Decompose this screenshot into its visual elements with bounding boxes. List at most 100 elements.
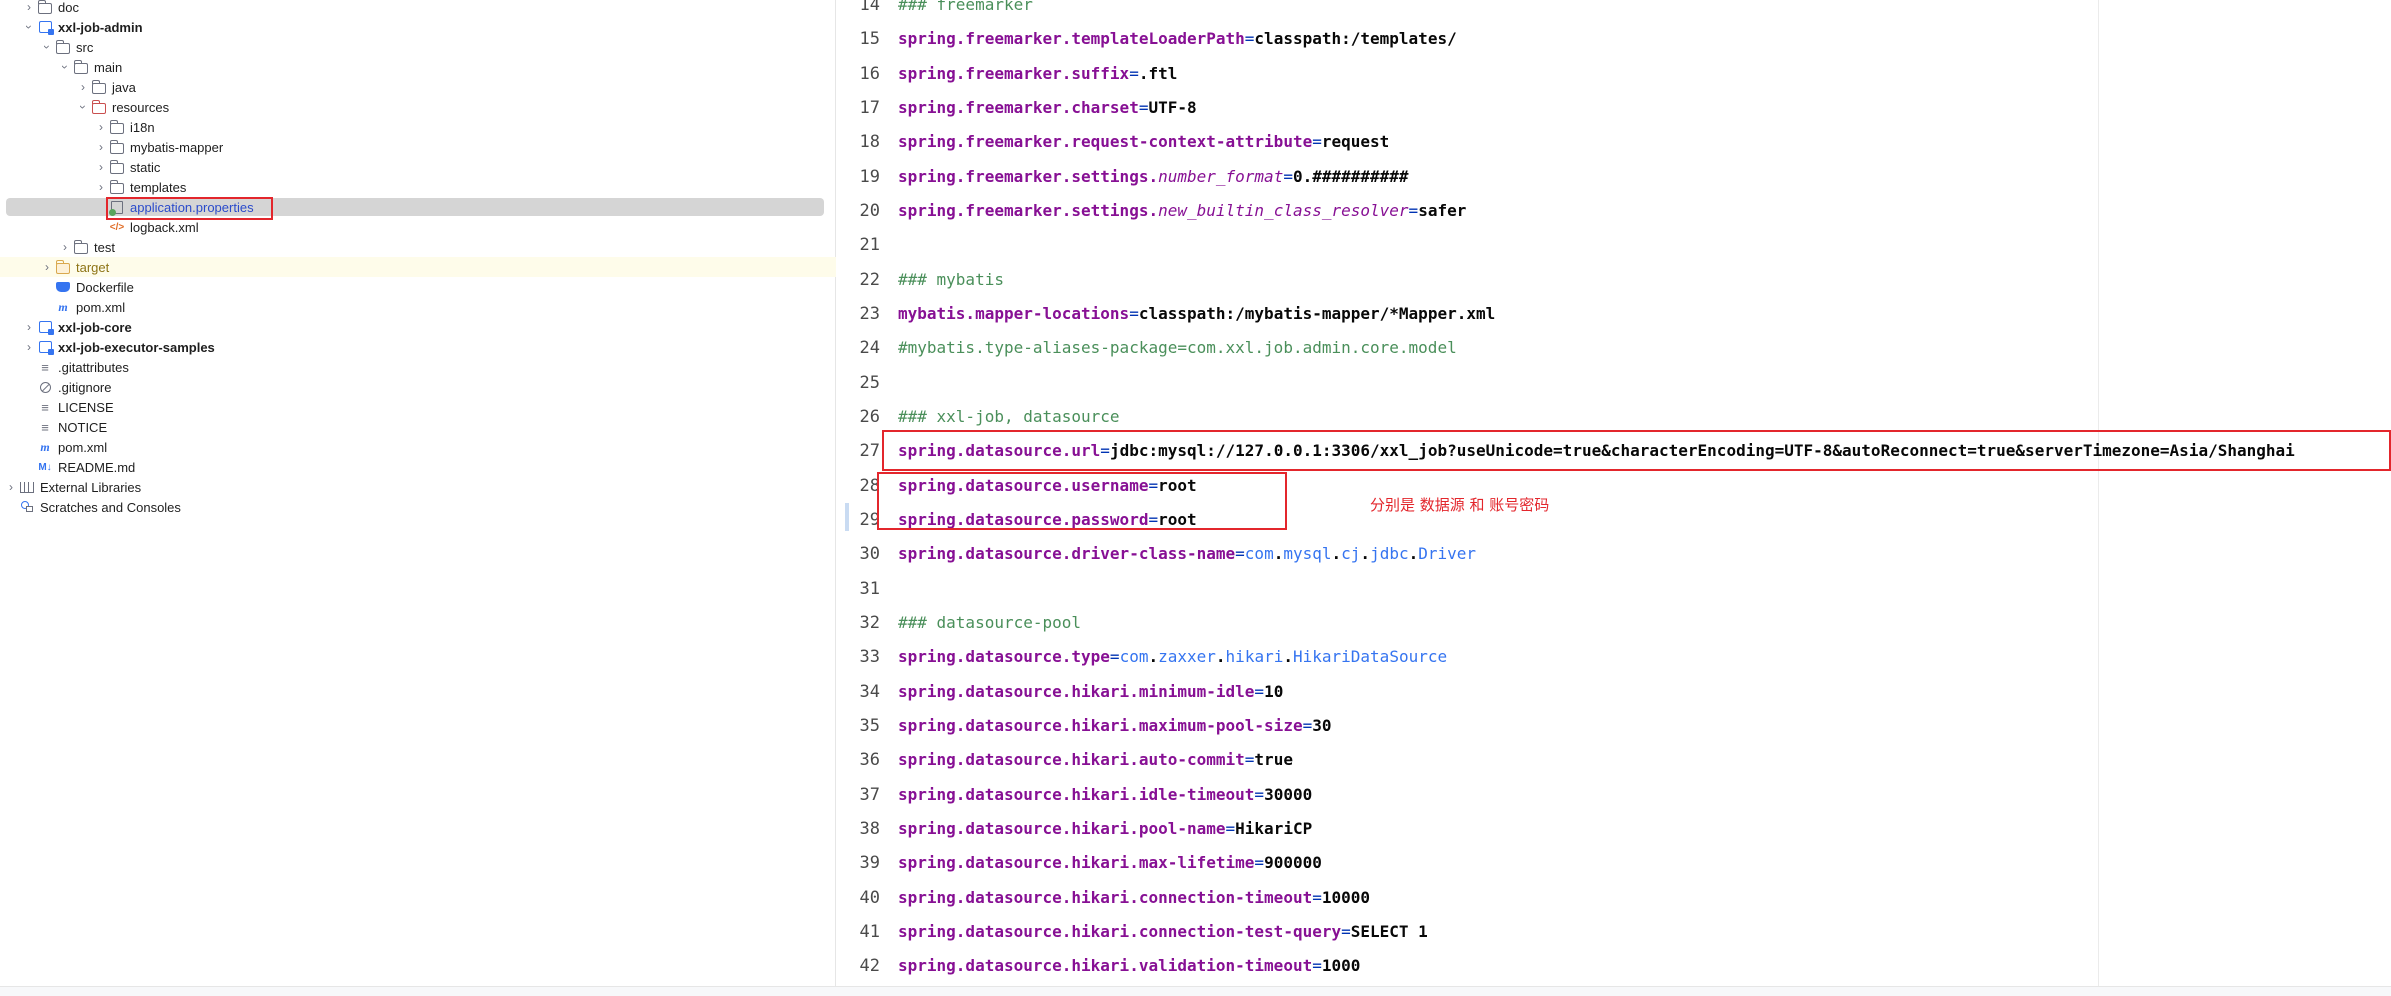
module-icon-shape bbox=[38, 341, 54, 355]
line-number: 21 bbox=[859, 235, 880, 256]
library-icon-shape bbox=[20, 481, 34, 493]
tree-item-target[interactable]: › target bbox=[0, 257, 836, 277]
tree-item-label: pom.xml bbox=[58, 439, 108, 455]
folder-icon-shape bbox=[110, 179, 124, 194]
tree-item-templates[interactable]: › templates bbox=[0, 177, 836, 197]
tree-item-src[interactable]: › src bbox=[0, 37, 836, 57]
folder-icon bbox=[108, 139, 126, 155]
code-line[interactable]: spring.datasource.hikari.max-lifetime=90… bbox=[898, 852, 1322, 874]
equals-sign: = bbox=[1109, 647, 1120, 667]
tree-item-label: mybatis-mapper bbox=[130, 139, 224, 155]
code-line[interactable]: spring.datasource.type=com.zaxxer.hikari… bbox=[898, 646, 1447, 668]
chevron-down-icon[interactable]: › bbox=[58, 60, 72, 74]
code-line[interactable]: ### freemarker bbox=[898, 0, 1033, 16]
chevron-down-icon[interactable]: › bbox=[76, 100, 90, 114]
folder-icon-shape bbox=[92, 79, 106, 94]
property-value: SELECT 1 bbox=[1350, 921, 1428, 941]
tree-item-doc[interactable]: › doc bbox=[0, 0, 836, 17]
code-line[interactable]: spring.freemarker.settings.number_format… bbox=[898, 166, 1409, 188]
code-line[interactable]: spring.datasource.hikari.minimum-idle=10 bbox=[898, 681, 1283, 703]
tree-item-gitattributes[interactable]: ≡ .gitattributes bbox=[0, 357, 836, 377]
code-line[interactable]: spring.datasource.hikari.validation-time… bbox=[898, 955, 1360, 977]
line-number: 39 bbox=[859, 853, 880, 874]
tree-item-logback-xml[interactable]: </> logback.xml bbox=[0, 217, 836, 237]
tree-item-test[interactable]: › test bbox=[0, 237, 836, 257]
tree-item-pom-xml[interactable]: m pom.xml bbox=[0, 437, 836, 457]
chevron-right-icon[interactable]: › bbox=[22, 0, 36, 14]
chevron-right-icon[interactable]: › bbox=[94, 140, 108, 154]
tree-item-label: static bbox=[130, 159, 161, 175]
code-line[interactable]: ### xxl-job, datasource bbox=[898, 406, 1120, 428]
tree-item-license[interactable]: ≡ LICENSE bbox=[0, 397, 836, 417]
class-segment: HikariDataSource bbox=[1292, 647, 1448, 667]
chevron-right-icon[interactable]: › bbox=[94, 160, 108, 174]
tree-item-pom-xml[interactable]: m pom.xml bbox=[0, 297, 836, 317]
code-line[interactable]: spring.datasource.hikari.pool-name=Hikar… bbox=[898, 818, 1312, 840]
chevron-right-icon[interactable]: › bbox=[94, 120, 108, 134]
line-number: 19 bbox=[859, 166, 880, 187]
folder-icon bbox=[36, 0, 54, 15]
chevron-right-icon[interactable]: › bbox=[58, 240, 72, 254]
annotation-note: 分别是 数据源 和 账号密码 bbox=[1370, 496, 1550, 514]
property-key: spring.datasource.hikari.pool-name bbox=[898, 818, 1226, 838]
tree-item-label: pom.xml bbox=[76, 299, 126, 315]
project-tree-panel: › doc › xxl-job-admin › src › main › java › resourc… bbox=[0, 0, 836, 995]
folder-icon bbox=[108, 119, 126, 135]
chevron-right-icon[interactable]: › bbox=[94, 180, 108, 194]
tree-item-static[interactable]: › static bbox=[0, 157, 836, 177]
markdown-icon-glyph: M↓ bbox=[38, 461, 52, 473]
code-line[interactable]: spring.datasource.driver-class-name=com.… bbox=[898, 543, 1476, 565]
line-number: 16 bbox=[859, 63, 880, 84]
tree-item-java[interactable]: › java bbox=[0, 77, 836, 97]
folder-icon bbox=[108, 179, 126, 195]
line-number: 29 bbox=[859, 509, 880, 530]
equals-sign: = bbox=[1254, 681, 1265, 701]
chevron-right-icon[interactable]: › bbox=[40, 260, 54, 274]
equals-sign: = bbox=[1312, 887, 1322, 907]
tree-item-i18n[interactable]: › i18n bbox=[0, 117, 836, 137]
code-line[interactable]: spring.datasource.hikari.maximum-pool-si… bbox=[898, 715, 1331, 737]
tree-item-resources[interactable]: › resources bbox=[0, 97, 836, 117]
chevron-right-icon[interactable]: › bbox=[22, 340, 36, 354]
tree-item-xxl-job-admin[interactable]: › xxl-job-admin bbox=[0, 17, 836, 37]
property-key: spring.datasource.hikari.connection-test… bbox=[898, 921, 1342, 941]
tree-item-mybatis-mapper[interactable]: › mybatis-mapper bbox=[0, 137, 836, 157]
line-number: 42 bbox=[859, 956, 880, 977]
code-line[interactable]: ### datasource-pool bbox=[898, 612, 1081, 634]
equals-sign: = bbox=[1283, 166, 1293, 186]
code-line[interactable]: spring.freemarker.suffix=.ftl bbox=[898, 63, 1177, 85]
code-line[interactable]: #mybatis.type-aliases-package=com.xxl.jo… bbox=[898, 337, 1457, 359]
class-segment: mysql bbox=[1283, 544, 1332, 564]
tree-item-notice[interactable]: ≡ NOTICE bbox=[0, 417, 836, 437]
equals-sign: = bbox=[1312, 956, 1322, 976]
tree-item-readme-md[interactable]: M↓ README.md bbox=[0, 457, 836, 477]
code-line[interactable]: spring.freemarker.request-context-attrib… bbox=[898, 131, 1389, 153]
code-line[interactable]: spring.freemarker.charset=UTF-8 bbox=[898, 97, 1197, 119]
code-line[interactable]: spring.datasource.hikari.auto-commit=tru… bbox=[898, 749, 1293, 771]
code-line[interactable]: mybatis.mapper-locations=classpath:/myba… bbox=[898, 303, 1495, 325]
code-line[interactable]: spring.freemarker.templateLoaderPath=cla… bbox=[898, 28, 1457, 50]
chevron-right-icon[interactable]: › bbox=[22, 320, 36, 334]
tree-item-scratches-and-consoles[interactable]: Scratches and Consoles bbox=[0, 497, 836, 517]
tree-item-xxl-job-core[interactable]: › xxl-job-core bbox=[0, 317, 836, 337]
chevron-down-icon[interactable]: › bbox=[40, 40, 54, 54]
property-key: spring.freemarker.suffix bbox=[898, 63, 1130, 83]
tree-item-dockerfile[interactable]: Dockerfile bbox=[0, 277, 836, 297]
code-line[interactable]: spring.datasource.hikari.idle-timeout=30… bbox=[898, 784, 1312, 806]
tree-item-gitignore[interactable]: .gitignore bbox=[0, 377, 836, 397]
code-line[interactable]: spring.datasource.hikari.connection-test… bbox=[898, 921, 1428, 943]
code-line[interactable]: ### mybatis bbox=[898, 269, 1004, 291]
equals-sign: = bbox=[1235, 544, 1245, 564]
tree-item-xxl-job-executor-samples[interactable]: › xxl-job-executor-samples bbox=[0, 337, 836, 357]
line-number: 41 bbox=[859, 921, 880, 942]
chevron-right-icon[interactable]: › bbox=[76, 80, 90, 94]
tree-item-external-libraries[interactable]: › External Libraries bbox=[0, 477, 836, 497]
code-line[interactable]: spring.datasource.hikari.connection-time… bbox=[898, 887, 1370, 909]
tree-item-main[interactable]: › main bbox=[0, 57, 836, 77]
chevron-down-icon[interactable]: › bbox=[22, 20, 36, 34]
line-number: 22 bbox=[859, 269, 880, 290]
code-line[interactable]: spring.freemarker.settings.new_builtin_c… bbox=[898, 200, 1466, 222]
chevron-right-icon[interactable]: › bbox=[4, 480, 18, 494]
line-number: 15 bbox=[859, 29, 880, 50]
code-editor[interactable]: 14 15 16 17 18 19 20 21 22 23 24 25 26 27 28 29 30 31 32 33… bbox=[836, 0, 2391, 986]
